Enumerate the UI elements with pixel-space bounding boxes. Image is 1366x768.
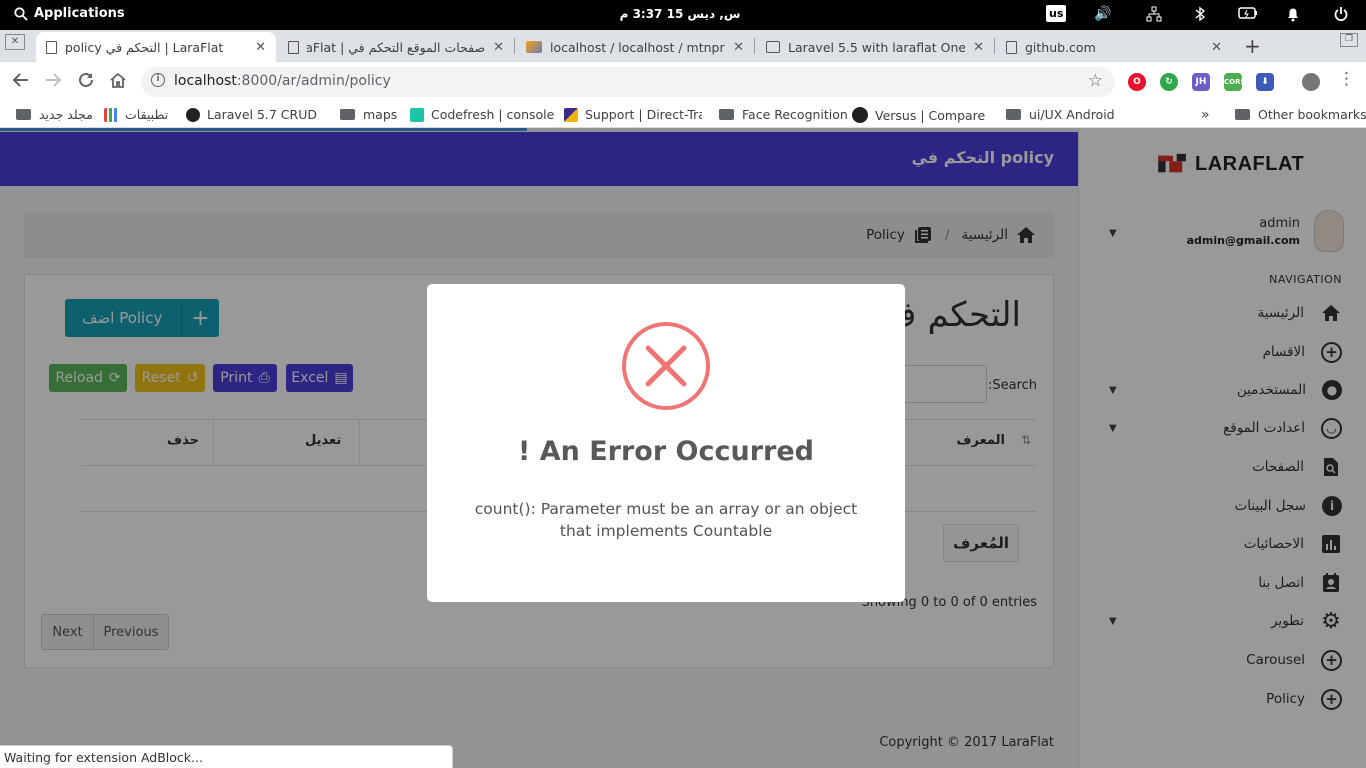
applications-menu[interactable]: Applications <box>14 6 125 21</box>
bookmark-apps[interactable]: تطبيقات <box>104 107 168 122</box>
bookmark-laravel-crud[interactable]: Laravel 5.7 CRUD (C <box>186 107 322 122</box>
bookmark-label: Versus | Compare a <box>875 107 990 123</box>
error-x-icon <box>622 322 710 410</box>
apps-grid-icon <box>104 107 118 122</box>
folder-icon <box>1235 109 1250 120</box>
url-text[interactable]: localhost:8000/ar/admin/policy <box>174 73 391 89</box>
bookmark-support[interactable]: Support | Direct-Tra <box>564 107 702 122</box>
tab-title: Laravel 5.5 with laraflat One to <box>788 39 966 55</box>
bookmark-label: » <box>1201 107 1210 123</box>
toolbar: i localhost:8000/ar/admin/policy ☆ O ↻ J… <box>0 62 1366 102</box>
bookmark-face-recognition[interactable]: Face Recognition <box>719 107 848 122</box>
menu-kebab-icon[interactable]: ⋮ <box>1338 69 1355 89</box>
site-info-icon[interactable]: i <box>151 73 165 87</box>
tab-title: policy التحكم في | LaraFlat <box>65 39 224 55</box>
tab-close-icon[interactable]: ✕ <box>1211 40 1222 55</box>
bookmark-star-icon[interactable]: ☆ <box>1088 71 1103 91</box>
reload-button[interactable] <box>77 71 95 94</box>
bookmark-label: ui/UX Android <box>1029 107 1115 122</box>
omnibox[interactable]: i localhost:8000/ar/admin/policy ☆ <box>141 67 1115 97</box>
bookmark-label: Face Recognition <box>742 107 848 122</box>
tab-close-icon[interactable]: ✕ <box>493 40 504 55</box>
support-icon <box>564 107 578 122</box>
bookmark-label: Laravel 5.7 CRUD (C <box>207 107 322 122</box>
opera-extension-icon[interactable]: O <box>1128 73 1146 91</box>
play-icon <box>766 41 780 53</box>
phpmyadmin-icon <box>526 41 542 53</box>
forward-button[interactable] <box>44 71 62 94</box>
error-message: count(): Parameter must be an array or a… <box>474 500 858 540</box>
new-tab-button[interactable]: + <box>1244 34 1261 58</box>
jh-extension-icon[interactable]: JH <box>1192 73 1210 91</box>
tab-close-icon[interactable]: ✕ <box>733 40 744 55</box>
bookmark-label: Codefresh | console <box>431 107 555 122</box>
notification-bell-icon[interactable] <box>1286 6 1300 26</box>
os-top-bar: Applications س, ديس 15 3:37 م us 🔊 <box>0 0 1366 30</box>
tab-strip: ✕ policy التحكم في | LaraFlat ✕ صفحات ال… <box>0 30 1366 62</box>
tab-pages[interactable]: صفحات الموقع التحكم في | LaraFlat ✕ <box>278 32 514 62</box>
tab-title: localhost / localhost / mtnproject <box>550 39 725 55</box>
bookmark-versus[interactable]: Versus | Compare a <box>852 107 990 123</box>
folder-icon <box>719 109 734 120</box>
bookmark-label: مجلد جديد <box>39 107 93 122</box>
error-dialog: ! An Error Occurred count(): Parameter m… <box>427 284 905 602</box>
window-restore-icon[interactable]: ❐ <box>1340 33 1358 47</box>
folder-icon <box>340 109 355 120</box>
page-icon <box>46 40 57 54</box>
bookmark-label: تطبيقات <box>125 107 169 122</box>
site-icon <box>186 107 200 122</box>
tab-policy[interactable]: policy التحكم في | LaraFlat ✕ <box>36 32 276 62</box>
bluetooth-icon[interactable] <box>1195 6 1206 26</box>
codefresh-icon <box>410 107 424 122</box>
tab-github[interactable]: github.com ✕ <box>996 32 1232 62</box>
status-bubble: Waiting for extension AdBlock... <box>0 745 453 768</box>
bookmark-label: Other bookmarks <box>1258 107 1366 122</box>
bookmark-label: Support | Direct-Tra <box>585 107 702 122</box>
tab-close-icon[interactable]: ✕ <box>255 40 266 55</box>
tab-laravel[interactable]: Laravel 5.5 with laraflat One to ✕ <box>756 32 994 62</box>
bookmark-codefresh[interactable]: Codefresh | console <box>410 107 554 122</box>
versus-icon <box>852 107 868 123</box>
bookmark-folder-new[interactable]: مجلد جديد <box>16 107 93 122</box>
download-extension-icon[interactable]: ⬇ <box>1256 73 1274 91</box>
profile-avatar[interactable] <box>1302 73 1320 91</box>
refresh-extension-icon[interactable]: ↻ <box>1160 73 1178 91</box>
bookmark-ui-ux-android[interactable]: ui/UX Android <box>1006 107 1115 122</box>
url-host: localhost <box>174 73 237 89</box>
tab-close-icon[interactable]: ✕ <box>973 40 984 55</box>
volume-icon[interactable]: 🔊 <box>1094 6 1111 22</box>
url-path: :8000/ar/admin/policy <box>236 73 391 89</box>
bookmark-other[interactable]: Other bookmarks <box>1235 107 1366 122</box>
home-button[interactable] <box>109 71 127 94</box>
window-close-icon[interactable]: ✕ <box>5 34 25 50</box>
bookmarks-overflow-button[interactable]: » <box>1201 107 1210 123</box>
page-icon <box>1006 40 1017 54</box>
folder-icon <box>16 109 31 120</box>
battery-icon[interactable] <box>1238 6 1258 24</box>
applications-label: Applications <box>34 6 125 21</box>
network-icon[interactable] <box>1146 6 1162 26</box>
clock[interactable]: س, ديس 15 3:37 م <box>600 7 760 21</box>
power-icon[interactable] <box>1334 6 1348 26</box>
tab-title: github.com <box>1025 39 1096 55</box>
keyboard-layout[interactable]: us <box>1046 5 1067 22</box>
cors-extension-icon[interactable]: CORS <box>1224 73 1246 91</box>
search-icon <box>14 6 28 21</box>
tab-phpmyadmin[interactable]: localhost / localhost / mtnproject ✕ <box>516 32 754 62</box>
bookmark-label: maps <box>363 107 398 122</box>
bookmarks-bar: مجلد جديد تطبيقات Laravel 5.7 CRUD (C ma… <box>0 102 1366 128</box>
tab-title: صفحات الموقع التحكم في | LaraFlat <box>307 39 486 55</box>
bookmark-maps[interactable]: maps <box>340 107 397 122</box>
error-title: ! An Error Occurred <box>517 436 815 467</box>
folder-icon <box>1006 109 1021 120</box>
page-icon <box>288 40 299 54</box>
back-button[interactable] <box>12 71 30 94</box>
